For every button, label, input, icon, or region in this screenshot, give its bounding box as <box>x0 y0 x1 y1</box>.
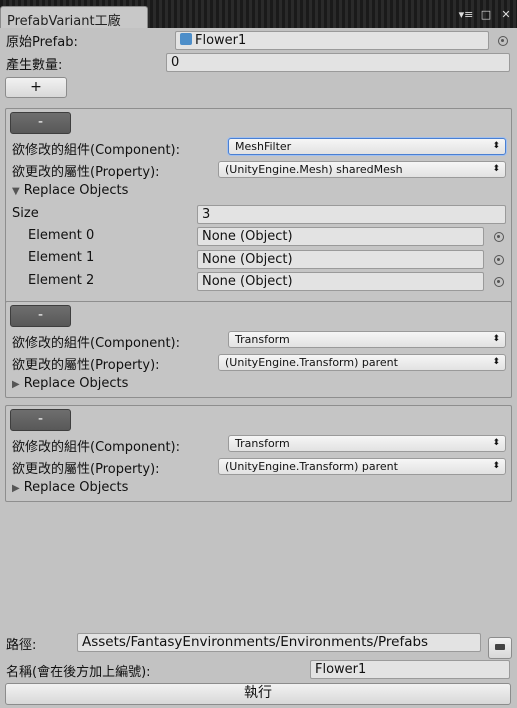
window-controls: ▾≡ □ ✕ <box>459 8 513 21</box>
property-label: 欲更改的屬性(Property): <box>12 358 160 373</box>
component-dropdown-value: Transform <box>235 333 290 346</box>
maximize-icon[interactable]: □ <box>479 8 493 21</box>
component-dropdown[interactable]: Transform ⬍ <box>228 331 506 348</box>
inspector-panel: 原始Prefab: Flower1 產生數量: 0 + - 欲修改的組件(Com… <box>0 28 517 708</box>
element-field[interactable]: None (Object) <box>197 272 484 291</box>
element-label: Element 1 <box>28 250 95 265</box>
replace-objects-foldout[interactable]: ▶ Replace Objects <box>12 376 128 391</box>
element-label: Element 0 <box>28 228 95 243</box>
prefab-cube-icon <box>180 33 192 45</box>
modification-block-3: - 欲修改的組件(Component): Transform ⬍ 欲更改的屬性(P… <box>5 405 512 502</box>
component-dropdown[interactable]: MeshFilter ⬍ <box>228 138 506 155</box>
replace-objects-label: Replace Objects <box>23 183 129 198</box>
size-label: Size <box>12 206 39 221</box>
foldout-collapsed-icon: ▶ <box>12 379 20 390</box>
path-field[interactable]: Assets/FantasyEnvironments/Environments/… <box>77 633 481 652</box>
component-dropdown[interactable]: Transform ⬍ <box>228 435 506 452</box>
component-label: 欲修改的組件(Component): <box>12 440 180 455</box>
dropdown-arrow-icon: ⬍ <box>492 461 500 471</box>
foldout-expanded-icon: ▼ <box>12 186 20 197</box>
dropdown-arrow-icon: ⬍ <box>492 164 500 174</box>
source-prefab-value: Flower1 <box>195 33 247 48</box>
count-field[interactable]: 0 <box>166 53 510 72</box>
tab-menu-icon[interactable]: ▾≡ <box>459 8 474 21</box>
property-dropdown-value: (UnityEngine.Transform) parent <box>225 460 398 473</box>
property-dropdown[interactable]: (UnityEngine.Mesh) sharedMesh ⬍ <box>218 161 506 178</box>
modification-block-2: - 欲修改的組件(Component): Transform ⬍ 欲更改的屬性(P… <box>5 301 512 398</box>
property-label: 欲更改的屬性(Property): <box>12 462 160 477</box>
dropdown-arrow-icon: ⬍ <box>492 357 500 367</box>
object-picker-icon[interactable] <box>494 277 504 287</box>
window-titlebar: PrefabVariant工廠 ▾≡ □ ✕ <box>0 0 517 29</box>
window-tab-title: PrefabVariant工廠 <box>7 14 121 29</box>
replace-objects-foldout[interactable]: ▶ Replace Objects <box>12 480 128 495</box>
element-field[interactable]: None (Object) <box>197 250 484 269</box>
replace-objects-foldout[interactable]: ▼ Replace Objects <box>12 183 128 198</box>
count-label: 產生數量: <box>6 58 63 73</box>
element-field[interactable]: None (Object) <box>197 227 484 246</box>
execute-button[interactable]: 執行 <box>5 683 511 705</box>
property-dropdown-value: (UnityEngine.Mesh) sharedMesh <box>225 163 403 176</box>
name-field[interactable]: Flower1 <box>310 660 510 679</box>
replace-objects-label: Replace Objects <box>23 480 129 495</box>
remove-block-button[interactable]: - <box>10 112 71 134</box>
source-prefab-field[interactable]: Flower1 <box>175 31 489 50</box>
source-prefab-label: 原始Prefab: <box>6 35 78 50</box>
component-dropdown-value: MeshFilter <box>235 140 292 153</box>
dropdown-arrow-icon: ⬍ <box>492 334 500 344</box>
object-picker-icon[interactable] <box>498 36 508 46</box>
add-block-button[interactable]: + <box>5 77 67 98</box>
path-label: 路徑: <box>6 638 37 653</box>
object-picker-icon[interactable] <box>494 255 504 265</box>
close-icon[interactable]: ✕ <box>499 8 513 21</box>
remove-block-button[interactable]: - <box>10 409 71 431</box>
property-dropdown[interactable]: (UnityEngine.Transform) parent ⬍ <box>218 458 506 475</box>
remove-block-button[interactable]: - <box>10 305 71 327</box>
size-field[interactable]: 3 <box>197 205 506 224</box>
dropdown-arrow-icon: ⬍ <box>492 141 500 151</box>
object-picker-icon[interactable] <box>494 232 504 242</box>
name-label: 名稱(會在後方加上編號): <box>6 665 151 680</box>
property-label: 欲更改的屬性(Property): <box>12 165 160 180</box>
element-label: Element 2 <box>28 273 95 288</box>
component-label: 欲修改的組件(Component): <box>12 336 180 351</box>
folder-icon <box>495 644 505 650</box>
dropdown-arrow-icon: ⬍ <box>492 438 500 448</box>
replace-objects-label: Replace Objects <box>23 376 129 391</box>
window-tab[interactable]: PrefabVariant工廠 <box>0 6 148 29</box>
component-dropdown-value: Transform <box>235 437 290 450</box>
foldout-collapsed-icon: ▶ <box>12 483 20 494</box>
component-label: 欲修改的組件(Component): <box>12 143 180 158</box>
modification-block-1: - 欲修改的組件(Component): MeshFilter ⬍ 欲更改的屬性(… <box>5 108 512 324</box>
browse-folder-button[interactable] <box>488 637 512 659</box>
property-dropdown[interactable]: (UnityEngine.Transform) parent ⬍ <box>218 354 506 371</box>
property-dropdown-value: (UnityEngine.Transform) parent <box>225 356 398 369</box>
